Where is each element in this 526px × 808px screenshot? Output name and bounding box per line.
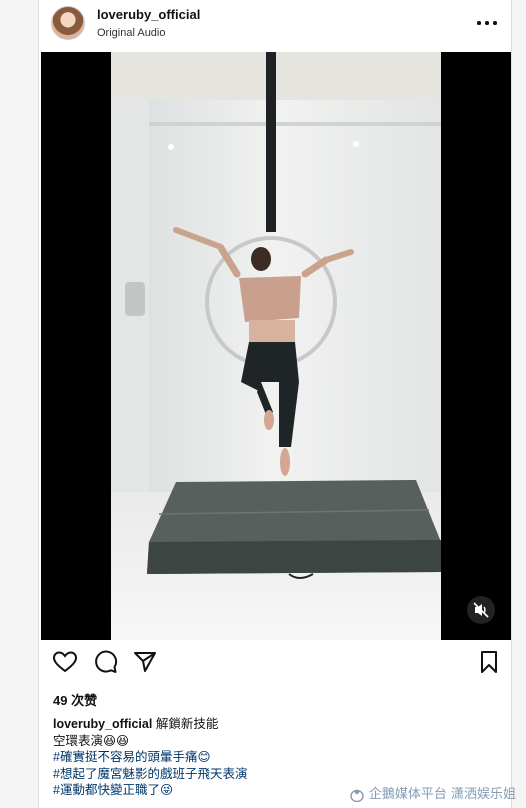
caption-hashtag-line[interactable]: #想起了魔宮魅影的戲班子飛天表演: [53, 766, 493, 783]
caption-text: 解鎖新技能: [155, 717, 219, 731]
mute-toggle-button[interactable]: [467, 596, 495, 624]
source-watermark: 企鵝媒体平台 潇洒娱乐姐: [349, 783, 516, 802]
caption-line: 空環表演😆😆: [53, 733, 130, 748]
screenshot-frame: loveruby_official Original Audio 49 次赞 l…: [0, 0, 526, 808]
heart-icon: [52, 651, 78, 673]
send-icon: [134, 652, 156, 672]
aerial-hoop-scene-image: [111, 52, 441, 640]
bookmark-icon: [481, 651, 497, 673]
instagram-post-card: loveruby_official Original Audio 49 次赞 l…: [38, 0, 512, 808]
caption-hashtag-line[interactable]: #確實挺不容易的頭暈手痛😊: [53, 749, 493, 766]
post-username[interactable]: loveruby_official: [97, 7, 200, 22]
save-button[interactable]: [475, 648, 503, 676]
caption-username[interactable]: loveruby_official: [53, 717, 152, 731]
penguin-logo-icon: [350, 789, 364, 802]
post-header: loveruby_official Original Audio: [39, 0, 513, 48]
comment-bubble-icon: [95, 650, 118, 673]
like-count[interactable]: 49 次赞: [53, 690, 97, 709]
caption-first-line: loveruby_official 解鎖新技能: [53, 716, 493, 733]
watermark-text: 企鵝媒体平台 潇洒娱乐姐: [368, 787, 516, 802]
share-button[interactable]: [131, 648, 159, 676]
avatar[interactable]: [51, 6, 85, 40]
video-frame-aerial-hoop: [111, 52, 441, 640]
audio-label[interactable]: Original Audio: [97, 27, 166, 39]
more-options-icon[interactable]: [475, 12, 499, 32]
comment-button[interactable]: [91, 648, 119, 676]
video-player[interactable]: [41, 52, 511, 640]
post-action-bar: [39, 648, 513, 680]
muted-speaker-icon: [473, 602, 489, 618]
like-button[interactable]: [51, 648, 79, 676]
